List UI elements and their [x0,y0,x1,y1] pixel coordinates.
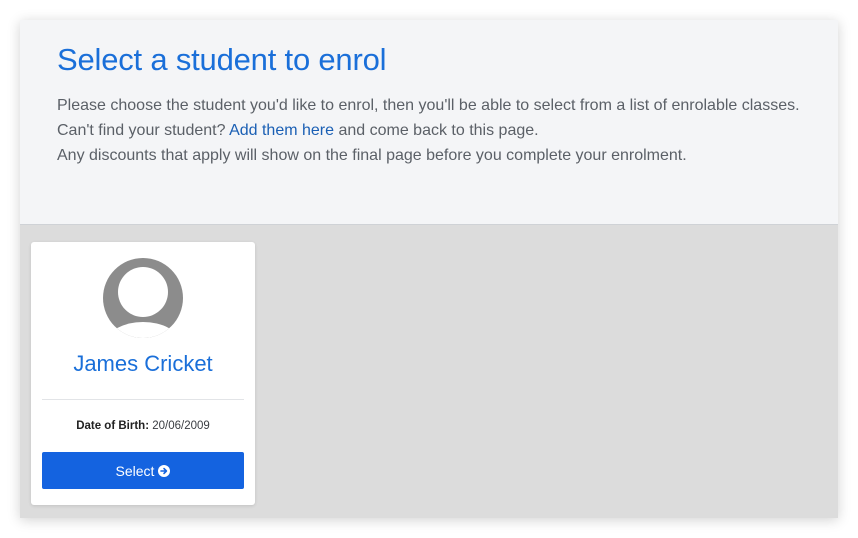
intro-line-2-suffix: and come back to this page. [334,122,539,139]
select-student-button[interactable]: Select [42,452,244,489]
intro-line-3: Any discounts that apply will show on th… [57,147,687,164]
dob-value: 20/06/2009 [152,420,210,432]
intro-text: Please choose the student you'd like to … [57,93,800,168]
default-user-avatar-icon [103,258,183,338]
page-title: Select a student to enrol [57,42,387,77]
select-button-label: Select [115,462,155,479]
enrol-panel: Select a student to enrol Please choose … [20,20,838,518]
intro-line-1: Please choose the student you'd like to … [57,97,800,114]
student-name: James Cricket [73,351,213,376]
date-of-birth: Date of Birth: 20/06/2009 [31,420,255,432]
intro-line-2: Can't find your student? Add them here a… [57,118,800,143]
student-card: James Cricket Date of Birth: 20/06/2009 … [31,242,255,505]
card-divider [42,399,244,400]
page-header: Select a student to enrol Please choose … [20,20,838,225]
arrow-circle-right-icon [158,464,171,477]
dob-label: Date of Birth: [76,420,150,432]
add-student-link[interactable]: Add them here [229,122,334,139]
intro-line-2-prefix: Can't find your student? [57,122,230,139]
